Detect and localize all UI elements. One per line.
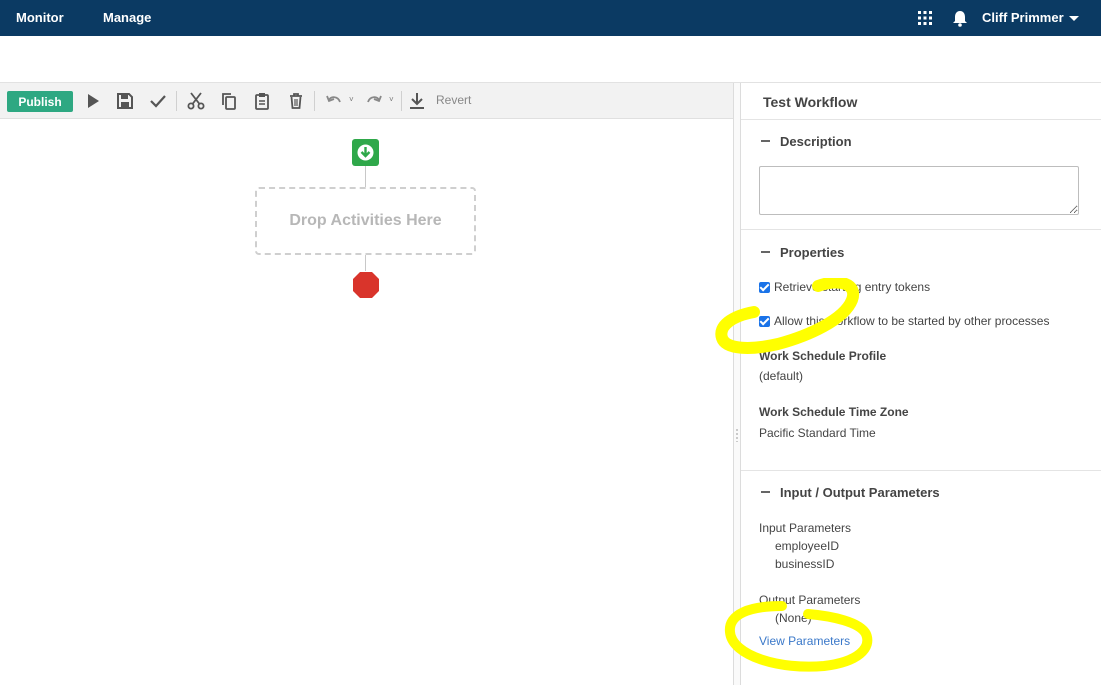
collapse-minus-icon — [761, 250, 770, 253]
undo-dropdown-chevron-icon[interactable]: ˅ — [349, 95, 354, 104]
properties-panel: Test Workflow Description Properties Ret… — [741, 83, 1101, 685]
allow-started-by-others-row: Allow this workflow to be started by oth… — [759, 314, 1049, 328]
copy-icon[interactable] — [220, 92, 238, 110]
publish-button[interactable]: Publish — [7, 91, 73, 112]
revert-button[interactable]: Revert — [436, 93, 471, 107]
arrow-down-circle-icon — [357, 144, 374, 161]
retrieve-tokens-checkbox[interactable] — [759, 281, 770, 293]
run-icon[interactable] — [84, 92, 102, 110]
properties-section-toggle[interactable]: Properties — [761, 245, 844, 260]
nav-manage[interactable]: Manage — [103, 0, 151, 36]
redo-icon[interactable] — [365, 92, 383, 110]
bell-icon[interactable] — [951, 10, 969, 27]
view-parameters-link[interactable]: View Parameters — [759, 634, 850, 648]
end-stop-octagon-icon[interactable] — [352, 271, 380, 299]
description-input[interactable] — [759, 166, 1079, 215]
top-nav: Monitor Manage Cliff Primmer — [0, 0, 1101, 36]
toolbar-divider — [314, 91, 315, 111]
save-icon[interactable] — [116, 92, 134, 110]
divider — [741, 470, 1101, 471]
divider — [741, 229, 1101, 230]
input-param-item: employeeID — [775, 539, 840, 553]
paste-icon[interactable] — [253, 92, 271, 110]
work-schedule-profile-label: Work Schedule Profile — [759, 349, 887, 363]
work-schedule-tz-label: Work Schedule Time Zone — [759, 405, 909, 419]
validate-check-icon[interactable] — [149, 92, 167, 110]
retrieve-tokens-label: Retrieve starting entry tokens — [774, 280, 931, 294]
toolbar-divider — [401, 91, 402, 111]
delete-trash-icon[interactable] — [287, 92, 305, 110]
drag-handle-icon[interactable] — [736, 428, 738, 442]
retrieve-tokens-row: Retrieve starting entry tokens — [759, 280, 930, 294]
divider — [741, 119, 1101, 120]
cut-icon[interactable] — [187, 92, 205, 110]
input-parameters-label: Input Parameters — [759, 521, 852, 535]
panel-title: Test Workflow — [763, 94, 858, 110]
workflow-canvas[interactable]: Drop Activities Here — [0, 119, 733, 685]
download-revert-icon[interactable] — [408, 92, 426, 110]
header-band — [0, 36, 1101, 83]
allow-started-by-others-checkbox[interactable] — [759, 315, 770, 327]
work-schedule-profile-value[interactable]: (default) — [759, 369, 803, 383]
start-node[interactable] — [352, 139, 379, 166]
output-parameters-label: Output Parameters — [759, 593, 861, 607]
redo-dropdown-chevron-icon[interactable]: ˅ — [389, 95, 394, 104]
io-parameters-section-toggle[interactable]: Input / Output Parameters — [761, 485, 940, 500]
user-menu[interactable]: Cliff Primmer — [982, 0, 1064, 36]
output-param-item: (None) — [775, 611, 812, 625]
designer-toolbar: Publish ˅ ˅ Revert — [0, 83, 733, 119]
description-heading: Description — [780, 134, 852, 149]
collapse-minus-icon — [761, 139, 770, 142]
toolbar-divider — [176, 91, 177, 111]
panel-splitter[interactable] — [733, 83, 741, 685]
connector-line — [365, 255, 366, 271]
chevron-down-icon[interactable] — [1069, 16, 1079, 21]
properties-heading: Properties — [780, 245, 845, 260]
io-parameters-heading: Input / Output Parameters — [780, 485, 940, 500]
connector-line — [365, 166, 366, 187]
input-param-item: businessID — [775, 557, 835, 571]
drop-activities-zone[interactable]: Drop Activities Here — [255, 187, 476, 255]
allow-started-by-others-label: Allow this workflow to be started by oth… — [774, 314, 1050, 328]
work-schedule-tz-value[interactable]: Pacific Standard Time — [759, 426, 876, 440]
apps-grid-icon[interactable] — [918, 11, 932, 25]
undo-icon[interactable] — [325, 92, 343, 110]
description-section-toggle[interactable]: Description — [761, 134, 852, 149]
collapse-minus-icon — [761, 490, 770, 493]
nav-monitor[interactable]: Monitor — [16, 0, 64, 36]
